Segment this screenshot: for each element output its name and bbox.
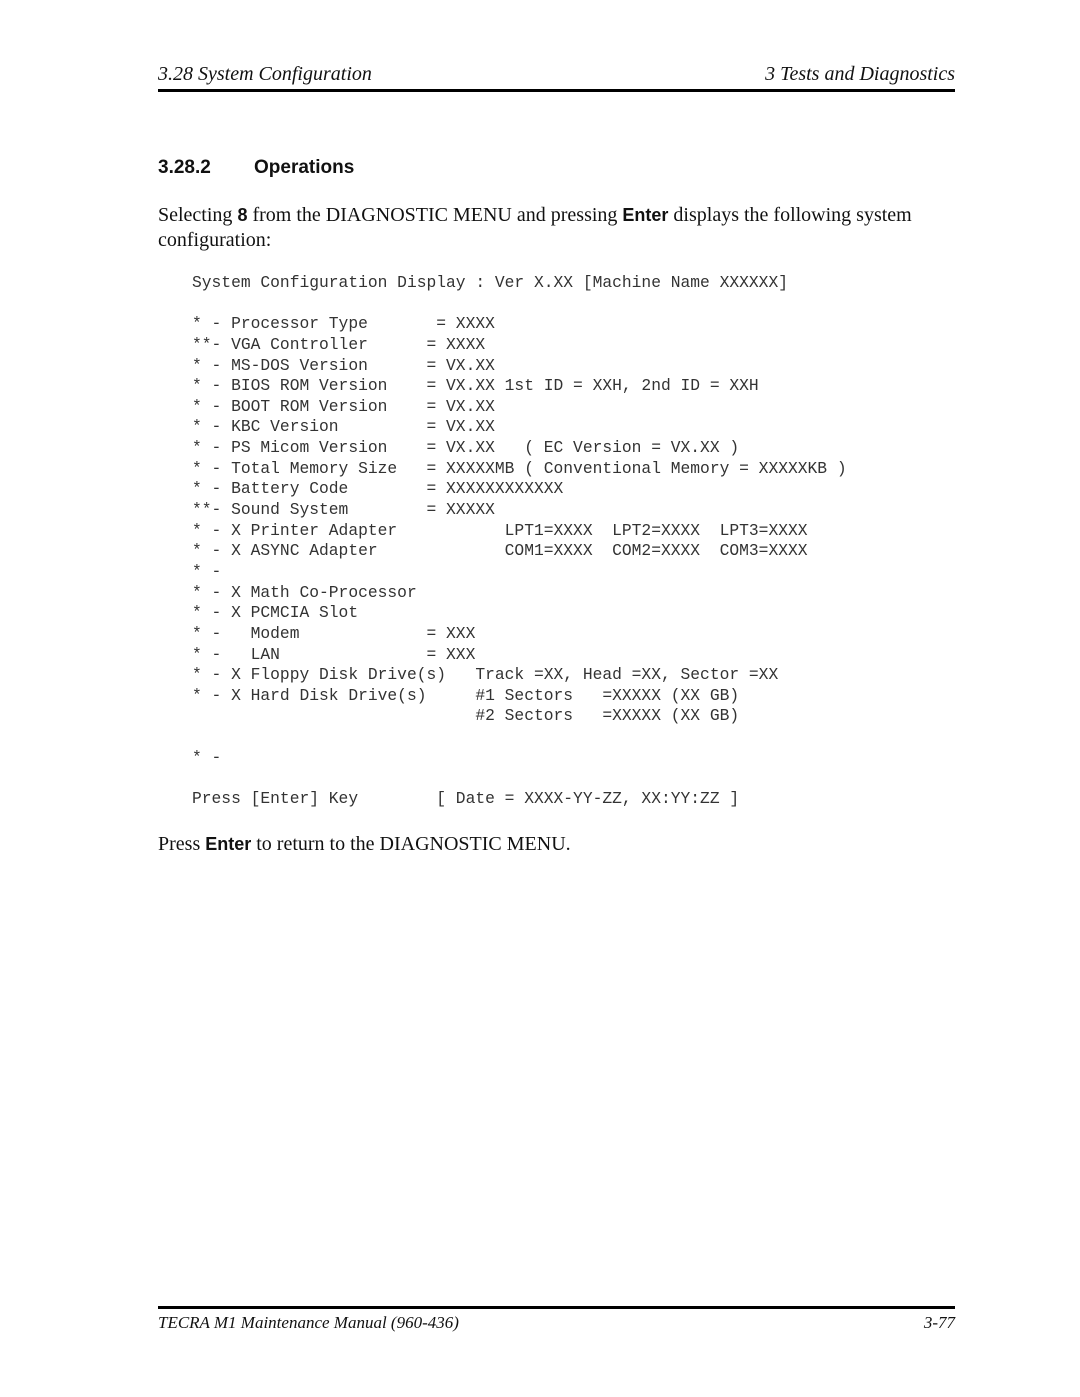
intro-text: from the DIAGNOSTIC MENU and pressing xyxy=(247,204,623,226)
outro-text: to return to the DIAGNOSTIC MENU. xyxy=(251,833,571,855)
screen-line: * - X Math Co-Processor xyxy=(192,582,417,602)
screen-line: * - MS-DOS Version = VX.XX xyxy=(192,355,495,375)
screen-line: * - LAN = XXX xyxy=(192,644,476,664)
key-enter: Enter xyxy=(205,834,252,854)
screen-line: **- Sound System = XXXXX xyxy=(192,500,495,520)
intro-text: Selecting xyxy=(158,204,238,226)
screen-line: * - Modem = XXX xyxy=(192,623,476,643)
screen-line: * - BOOT ROM Version = VX.XX xyxy=(192,396,495,416)
header-rule xyxy=(158,89,955,92)
page-footer: TECRA M1 Maintenance Manual (960-436) 3-… xyxy=(158,1313,955,1335)
footer-rule xyxy=(158,1306,955,1309)
footer-manual-title: TECRA M1 Maintenance Manual (960-436) xyxy=(158,1313,459,1332)
header-chapter-title: 3 Tests and Diagnostics xyxy=(765,63,955,85)
outro-text: Press xyxy=(158,833,206,855)
screen-line: #2 Sectors =XXXXX (XX GB) xyxy=(192,706,740,726)
screen-line: * - Battery Code = XXXXXXXXXXXX xyxy=(192,479,564,499)
screen-line xyxy=(192,768,847,789)
key-8: 8 xyxy=(237,205,248,225)
screen-line: * - X PCMCIA Slot xyxy=(192,603,359,623)
screen-line: **- VGA Controller = XXXX xyxy=(192,334,486,354)
page-number: 3-77 xyxy=(923,1313,955,1332)
screen-line: * - xyxy=(192,561,222,581)
screen-line: * - KBC Version = VX.XX xyxy=(192,417,495,437)
screen-line: * - X Printer Adapter LPT1=XXXX LPT2=XXX… xyxy=(192,520,808,540)
return-instruction: Press Enter to return to the DIAGNOSTIC … xyxy=(158,832,571,857)
screen-line: Press [Enter] Key [ Date = XXXX-YY-ZZ, X… xyxy=(192,789,740,809)
screen-line: * - X Hard Disk Drive(s) #1 Sectors =XXX… xyxy=(192,685,740,705)
screen-line xyxy=(192,727,847,748)
section-number: 3.28.2 xyxy=(158,157,211,178)
section-title: Operations xyxy=(254,157,355,178)
screen-line: System Configuration Display : Ver X.XX … xyxy=(192,273,788,292)
screen-line: * - Processor Type = XXXX xyxy=(192,314,495,334)
screen-line: * - X Floppy Disk Drive(s) Track =XX, He… xyxy=(192,665,779,685)
screen-line xyxy=(192,294,847,315)
screen-line: * - xyxy=(192,747,222,767)
screen-line: * - Total Memory Size = XXXXXMB ( Conven… xyxy=(192,458,847,478)
header-section-title: 3.28 System Configuration xyxy=(158,63,372,85)
intro-paragraph: Selecting 8 from the DIAGNOSTIC MENU and… xyxy=(158,203,948,253)
screen-line: * - BIOS ROM Version = VX.XX 1st ID = XX… xyxy=(192,376,759,396)
key-enter: Enter xyxy=(622,205,669,225)
screen-line: * - PS Micom Version = VX.XX ( EC Versio… xyxy=(192,438,740,458)
section-heading: 3.28.2 Operations xyxy=(158,157,354,179)
screen-line: * - X ASYNC Adapter COM1=XXXX COM2=XXXX … xyxy=(192,541,808,561)
system-configuration-screen: System Configuration Display : Ver X.XX … xyxy=(192,273,847,810)
page-header: 3.28 System Configuration 3 Tests and Di… xyxy=(158,63,955,89)
